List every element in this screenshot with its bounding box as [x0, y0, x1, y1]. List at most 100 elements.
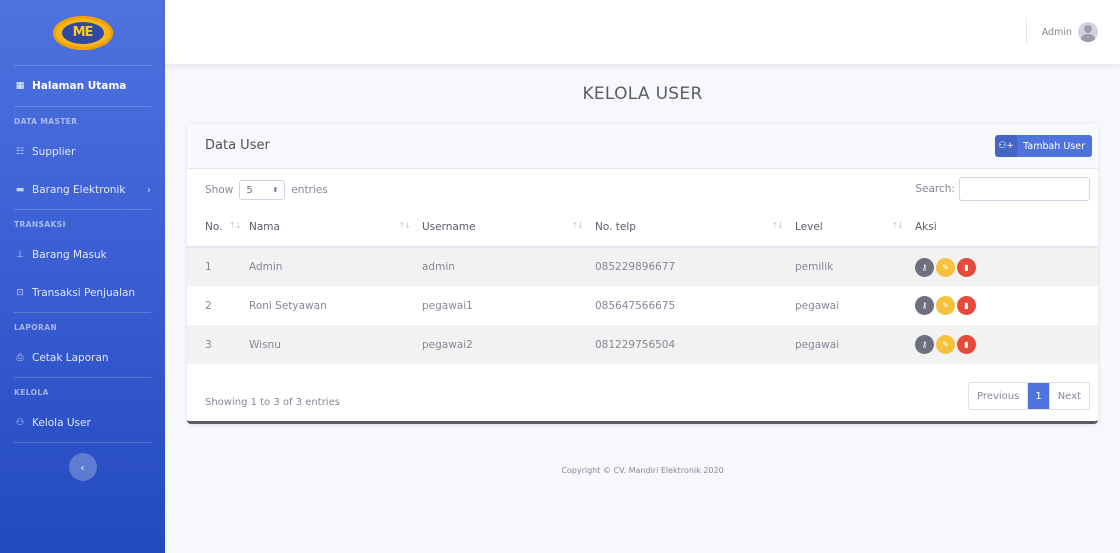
sidebar-item-barang-masuk[interactable]: ⊥ Barang Masuk: [0, 236, 165, 274]
users-icon: ☷: [15, 147, 25, 157]
trash-icon: ▮: [964, 262, 969, 272]
sidebar-toggle-button[interactable]: ‹: [68, 453, 97, 481]
card-title: Data User: [205, 138, 270, 153]
cell-username: pegawai1: [422, 299, 473, 312]
search-label: Search:: [915, 183, 955, 195]
page-length-value: 5: [246, 184, 253, 196]
edit-button[interactable]: ✎: [936, 257, 955, 277]
user-name[interactable]: Admin: [1042, 27, 1072, 38]
dolly-icon: ⊥: [16, 250, 24, 260]
edit-button[interactable]: ✎: [936, 296, 955, 315]
next-page-button[interactable]: Next: [1048, 383, 1089, 409]
table-row: 1 Admin admin 085229896677 pemilik ⚷ ✎ ▮: [187, 247, 1098, 286]
trash-icon: ▮: [964, 340, 969, 349]
print-icon: ⎙: [16, 353, 24, 363]
add-user-button[interactable]: ⚇+ Tambah User: [995, 135, 1092, 157]
cell-aksi: ⚷ ✎ ▮: [915, 247, 1098, 286]
sort-icon: ↑↓: [571, 221, 584, 230]
add-user-label: Tambah User: [1023, 140, 1085, 152]
reset-password-button[interactable]: ⚷: [915, 257, 934, 277]
user-table: No. ↑↓ Nama ↑↓ Username ↑↓ No. telp ↑↓ Level…: [187, 207, 1098, 364]
table-row: 3 Wisnu pegawai2 081229756504 pegawai ⚷ …: [187, 325, 1098, 364]
cell-telp: 081229756504: [595, 325, 795, 364]
topbar-divider: [1026, 18, 1027, 44]
reset-password-button[interactable]: ⚷: [915, 296, 934, 315]
table-header-row: No. ↑↓ Nama ↑↓ Username ↑↓ No. telp ↑↓ Level…: [187, 207, 1098, 248]
sort-arrows-icon: ⬍: [272, 186, 279, 194]
edit-icon: ✎: [942, 340, 949, 349]
sidebar-heading-kelola: KELOLA: [14, 388, 49, 397]
sidebar-divider: [14, 442, 151, 443]
cell-nama: Admin: [249, 247, 422, 286]
sort-icon: ↑↓: [229, 221, 241, 230]
sidebar-item-label: Cetak Laporan: [32, 352, 109, 364]
pagination: Previous 1 Next: [968, 382, 1090, 410]
page-length-select[interactable]: 5 ⬍: [239, 180, 286, 200]
table-row: 2 Roni Setyawan pegawai1 085647566675 pe…: [187, 286, 1098, 325]
sidebar-item-dashboard[interactable]: ▦ Halaman Utama: [0, 66, 165, 106]
sidebar-item-cetak-laporan[interactable]: ⎙ Cetak Laporan: [0, 339, 165, 377]
copyright: Copyright © CV. Mandiri Elektronik 2020: [561, 466, 724, 475]
sidebar-heading-transaksi: TRANSAKSI: [14, 220, 66, 229]
search-input[interactable]: [959, 177, 1090, 201]
brand[interactable]: ME: [0, 0, 165, 65]
show-label: Show: [205, 184, 234, 196]
delete-button[interactable]: ▮: [957, 257, 976, 277]
cell-no: 2: [205, 299, 212, 312]
user-plus-icon: ⚇: [15, 418, 25, 428]
cell-aksi: ⚷ ✎ ▮: [915, 286, 1098, 325]
key-icon: ⚷: [921, 262, 928, 272]
cell-no: 3: [187, 325, 249, 364]
previous-page-button[interactable]: Previous: [969, 383, 1029, 409]
logo: ME: [52, 15, 113, 50]
sidebar-item-label: Halaman Utama: [32, 80, 127, 92]
trash-icon: ▮: [964, 301, 969, 310]
cell-level: pegawai: [795, 325, 915, 364]
sidebar-heading-data-master: DATA MASTER: [14, 117, 78, 126]
sort-icon: ↑↓: [891, 221, 904, 230]
reset-password-button[interactable]: ⚷: [915, 335, 934, 354]
cell-username: pegawai2: [422, 325, 595, 364]
cell-aksi: ⚷ ✎ ▮: [915, 325, 1098, 364]
column-header-aksi: Aksi: [915, 207, 1098, 248]
column-header-username[interactable]: Username ↑↓: [422, 207, 595, 248]
edit-icon: ✎: [942, 301, 949, 310]
cell-telp: 085229896677: [595, 247, 795, 286]
user-plus-icon: ⚇+: [995, 135, 1018, 157]
edit-button[interactable]: ✎: [936, 335, 955, 354]
topbar: Admin: [165, 0, 1120, 64]
chevron-left-icon: ‹: [80, 460, 85, 474]
column-header-level[interactable]: Level ↑↓: [795, 207, 915, 248]
sort-icon: ↑↓: [771, 221, 784, 230]
avatar[interactable]: [1078, 22, 1098, 42]
sidebar-item-label: Kelola User: [32, 417, 91, 429]
dashboard-icon: ▦: [15, 81, 25, 91]
cell-telp: 085647566675: [595, 299, 676, 312]
delete-button[interactable]: ▮: [957, 296, 976, 315]
sidebar-item-transaksi-penjualan[interactable]: ⊡ Transaksi Penjualan: [0, 274, 165, 312]
table-info: Showing 1 to 3 of 3 entries: [205, 397, 340, 408]
page-1-button[interactable]: 1: [1028, 383, 1049, 409]
delete-button[interactable]: ▮: [957, 335, 976, 354]
chevron-right-icon: ›: [147, 184, 151, 196]
column-header-nama[interactable]: Nama ↑↓: [249, 207, 422, 248]
column-header-telp[interactable]: No. telp ↑↓: [595, 207, 795, 248]
sidebar-item-kelola-user[interactable]: ⚇ Kelola User: [0, 404, 165, 442]
entries-label: entries: [291, 184, 328, 196]
sidebar-item-label: Supplier: [32, 146, 76, 158]
edit-icon: ✎: [942, 262, 949, 272]
sidebar-item-supplier[interactable]: ☷ Supplier: [0, 133, 165, 171]
page-title: KELOLA USER: [582, 84, 703, 104]
table-controls: Show 5 ⬍ entries Search:: [187, 169, 1098, 207]
cell-no: 1: [187, 247, 249, 286]
column-header-no[interactable]: No. ↑↓: [187, 207, 249, 248]
cell-nama: Roni Setyawan: [249, 299, 327, 312]
sidebar: ME ▦ Halaman Utama DATA MASTER ☷ Supplie…: [0, 0, 165, 553]
folder-icon: ▬: [15, 185, 25, 195]
key-icon: ⚷: [921, 301, 928, 310]
sidebar-item-barang-elektronik[interactable]: ▬ Barang Elektronik ›: [0, 171, 165, 209]
page-length-control: Show 5 ⬍ entries: [205, 180, 328, 200]
cell-level: pegawai: [795, 299, 840, 312]
search-control: Search:: [915, 177, 1090, 201]
cart-icon: ⊡: [16, 288, 24, 298]
